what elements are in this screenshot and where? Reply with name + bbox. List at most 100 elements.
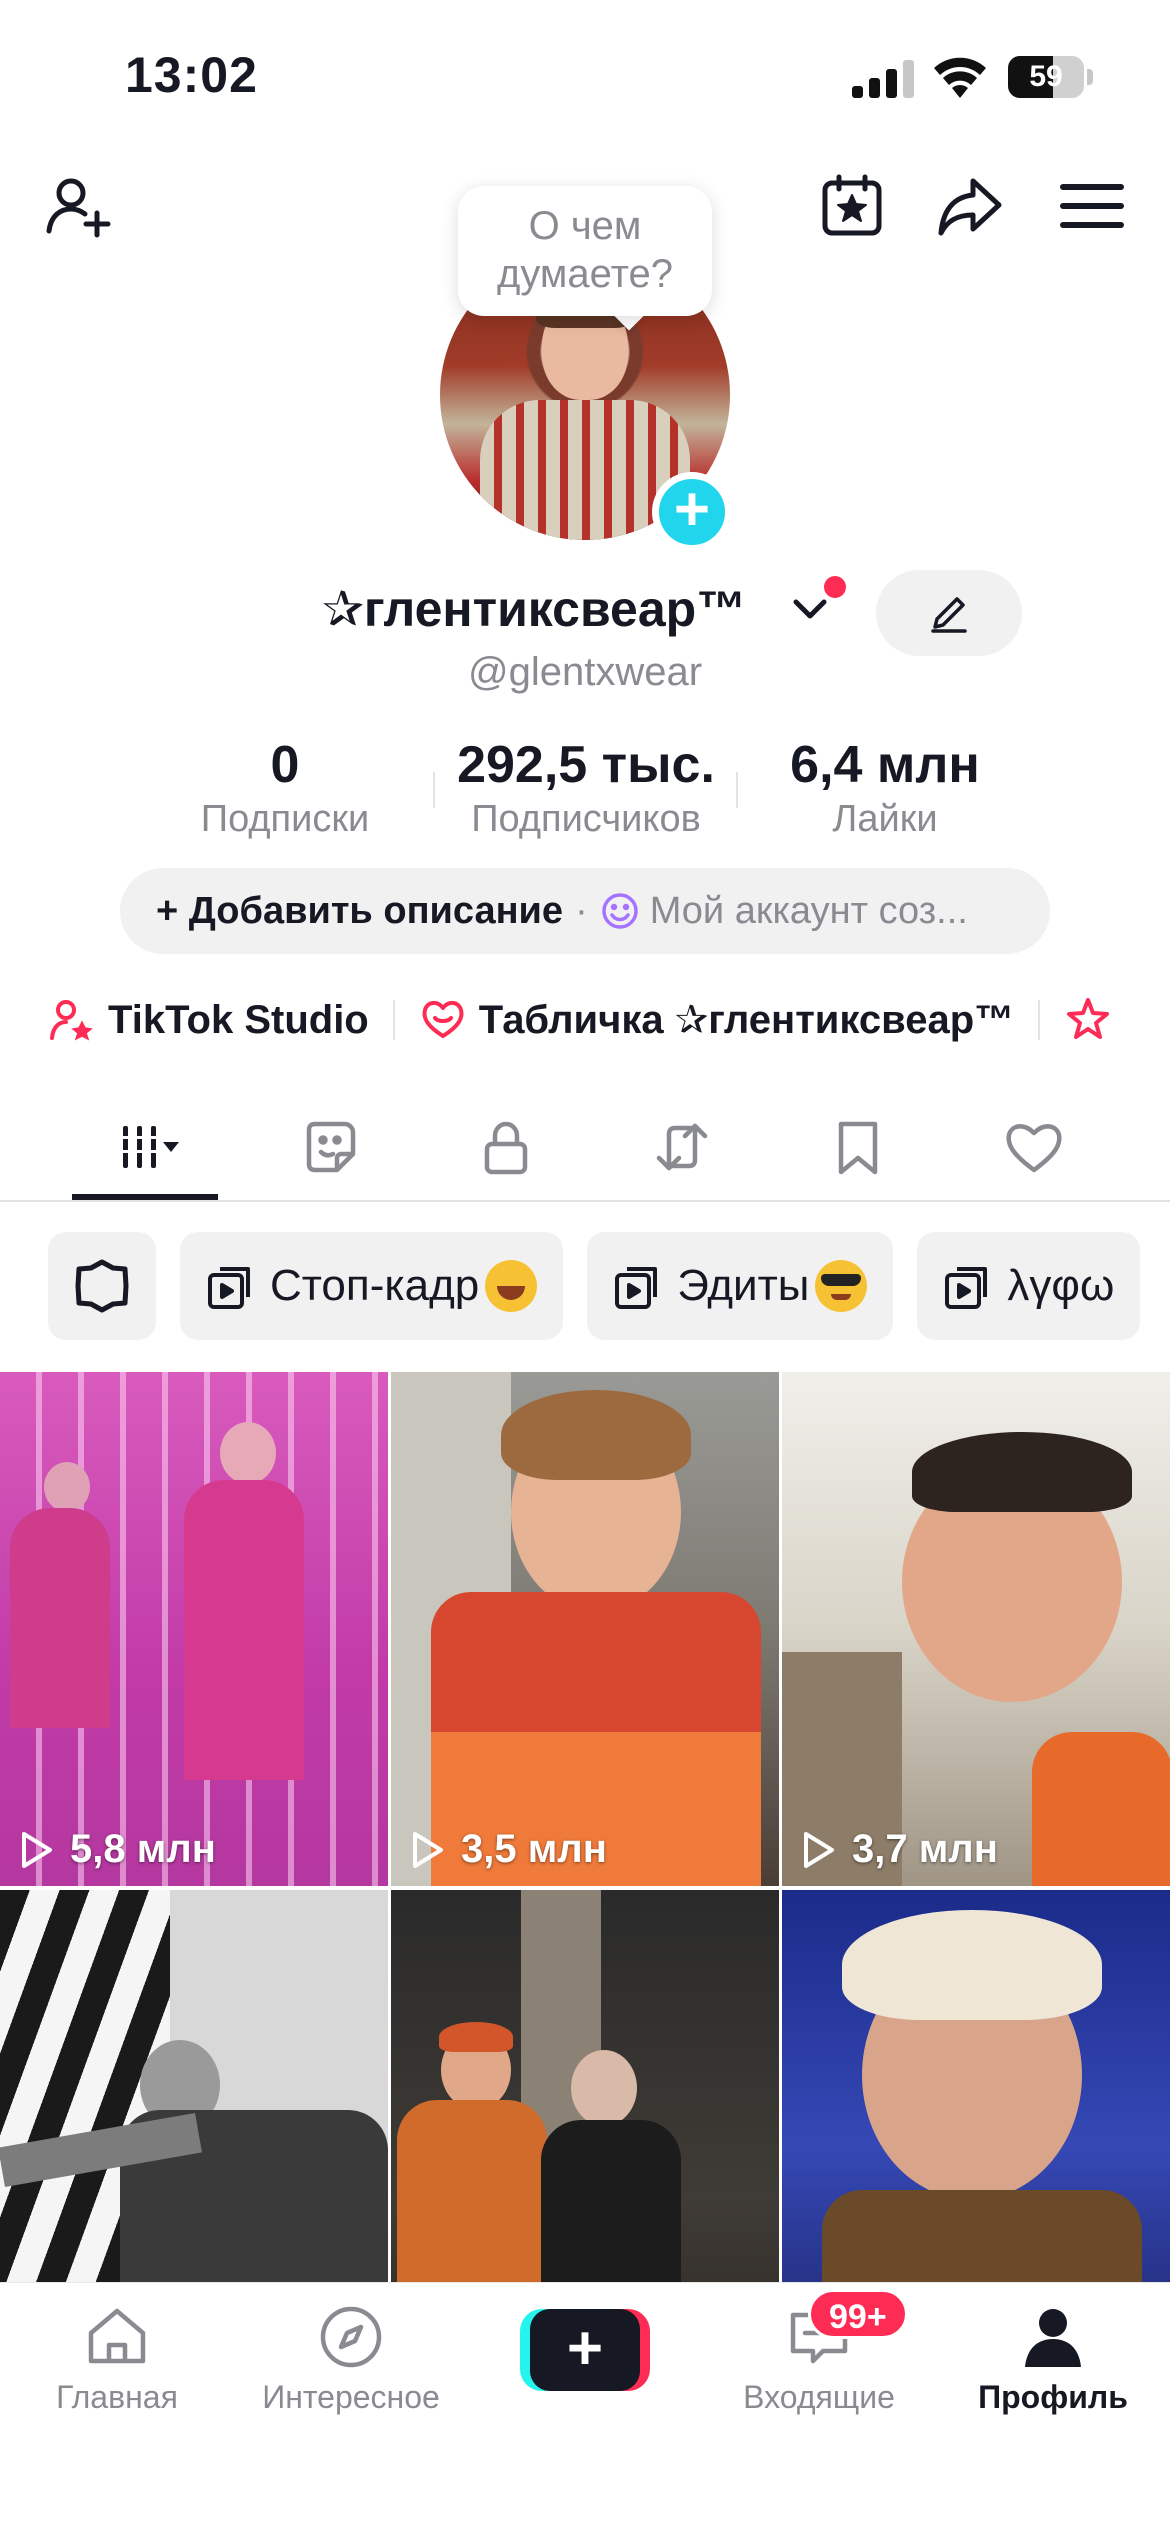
bio-separator: · <box>575 889 588 932</box>
playlist-icon <box>208 1267 250 1309</box>
video-tile[interactable]: 3,7 млн <box>782 1372 1170 1886</box>
play-outline-icon <box>22 1831 52 1868</box>
tab-videos[interactable] <box>88 1102 208 1192</box>
video-tile[interactable]: 3,5 млн <box>391 1372 779 1886</box>
link-more[interactable] <box>1064 996 1124 1044</box>
note-bubble-line2: думаете? <box>497 252 673 296</box>
chevron-down-icon[interactable] <box>790 588 830 628</box>
stat-following[interactable]: 0 Подписки <box>180 735 390 843</box>
home-icon <box>88 2308 146 2364</box>
notification-dot <box>824 576 846 598</box>
play-outline-icon <box>804 1831 834 1868</box>
bottom-nav: Главная Интересное + Входящие 99+ Профил… <box>0 2282 1170 2532</box>
tab-private[interactable] <box>446 1102 566 1192</box>
menu-button[interactable] <box>1052 166 1132 246</box>
person-star-icon <box>50 1000 93 1041</box>
stat-followers-value: 292,5 тыс. <box>457 736 715 794</box>
link-label: TikTok Studio <box>108 997 369 1042</box>
nav-profile-label: Профиль <box>978 2379 1128 2415</box>
playlist-settings-button[interactable] <box>48 1232 156 1340</box>
share-profile-button[interactable] <box>930 166 1010 246</box>
calendar-star-icon <box>822 174 882 236</box>
playlist-chip-third[interactable]: λγφω <box>917 1232 1141 1340</box>
playlist-chip-edity[interactable]: Эдиты <box>587 1232 894 1340</box>
share-arrow-icon <box>938 178 1002 236</box>
battery-icon: 59 <box>1008 56 1093 98</box>
creator-calendar-button[interactable] <box>812 166 892 246</box>
link-tiktok-studio[interactable]: TikTok Studio <box>48 996 369 1044</box>
active-tab-indicator <box>72 1194 218 1200</box>
nav-discover[interactable]: Интересное <box>234 2301 468 2416</box>
gear-icon <box>75 1259 129 1313</box>
profile-tabs <box>0 1090 1170 1202</box>
link-divider <box>1038 1000 1041 1040</box>
video-view-count: 3,5 млн <box>407 1827 607 1872</box>
video-view-count: 5,8 млн <box>16 1827 216 1872</box>
playlist-chip-label: Эдиты <box>677 1261 810 1310</box>
stat-following-value: 0 <box>270 736 300 794</box>
smile-icon <box>601 893 638 929</box>
battery-level: 59 <box>1029 60 1063 93</box>
tab-saved[interactable] <box>798 1102 918 1192</box>
tab-stickers[interactable] <box>270 1102 390 1192</box>
pencil-icon <box>931 597 967 633</box>
link-tablichka[interactable]: Табличка ✰глентиксвеар™ <box>419 996 1014 1044</box>
link-divider <box>392 1000 395 1040</box>
inbox-badge: 99+ <box>808 2289 908 2339</box>
add-story-plus-icon[interactable]: + <box>652 472 732 552</box>
heart-icon <box>1006 1124 1062 1173</box>
profile-links-row: TikTok Studio Табличка ✰глентиксвеар™ <box>48 990 1124 1050</box>
playlist-chips: Стоп-кадр Эдиты λγφω <box>48 1232 1164 1340</box>
username: @glentxwear <box>467 650 703 694</box>
bio-preview: Мой аккаунт соз... <box>649 889 968 932</box>
sticker-icon <box>306 1121 356 1173</box>
wifi-icon <box>934 57 986 98</box>
stat-likes[interactable]: 6,4 млн Лайки <box>760 735 1010 843</box>
video-view-count: 3,7 млн <box>798 1827 998 1872</box>
nav-inbox-label: Входящие <box>743 2379 895 2415</box>
tab-liked[interactable] <box>974 1102 1094 1192</box>
status-time: 13:02 <box>125 47 258 103</box>
rolling-laugh-emoji-icon <box>485 1260 538 1312</box>
note-bubble[interactable]: О чем думаете? <box>458 186 712 316</box>
person-plus-icon <box>46 178 111 238</box>
star-icon <box>1067 998 1110 1039</box>
nav-discover-label: Интересное <box>262 2379 440 2415</box>
compass-icon <box>320 2306 382 2368</box>
stat-divider <box>433 772 435 808</box>
link-label: Табличка ✰глентиксвеар™ <box>478 998 1015 1042</box>
stat-followers[interactable]: 292,5 тыс. Подписчиков <box>436 735 736 843</box>
nav-home-label: Главная <box>56 2379 178 2415</box>
sunglasses-emoji-icon <box>815 1260 868 1312</box>
stat-followers-label: Подписчиков <box>471 798 701 840</box>
nav-home[interactable]: Главная <box>0 2301 234 2416</box>
heart-chat-icon <box>422 1001 464 1038</box>
repost-icon <box>656 1123 708 1171</box>
create-plus-icon: + <box>530 2309 640 2391</box>
lock-icon <box>484 1121 528 1175</box>
stat-likes-value: 6,4 млн <box>790 736 980 794</box>
playlist-chip-stop-kadr[interactable]: Стоп-кадр <box>180 1232 564 1340</box>
playlist-icon <box>615 1267 658 1309</box>
stat-divider <box>736 772 738 808</box>
nav-profile[interactable]: Профиль <box>936 2301 1170 2416</box>
bio-pill[interactable]: + Добавить описание · Мой аккаунт соз... <box>120 868 1050 954</box>
video-grid-icon <box>121 1126 179 1168</box>
add-friend-button[interactable] <box>38 166 118 246</box>
note-bubble-line1: О чем <box>528 204 642 248</box>
create-button[interactable]: + <box>520 2309 650 2391</box>
display-name[interactable]: ✰глентиксвеар™ <box>322 580 746 638</box>
hamburger-menu-icon <box>1060 184 1124 228</box>
playlist-icon <box>945 1267 988 1309</box>
video-tile[interactable]: 5,8 млн <box>0 1372 388 1886</box>
cellular-signal-icon <box>852 60 914 98</box>
edit-profile-button[interactable] <box>876 570 1022 656</box>
profile-person-icon <box>1025 2309 1081 2367</box>
status-bar: 13:02 59 <box>0 0 1170 150</box>
playlist-chip-label: Стоп-кадр <box>270 1261 480 1310</box>
stat-likes-label: Лайки <box>832 798 938 840</box>
add-bio-label[interactable]: + Добавить описание <box>156 890 563 933</box>
bookmark-icon <box>838 1121 878 1175</box>
tab-reposts[interactable] <box>622 1102 742 1192</box>
stat-following-label: Подписки <box>200 798 370 840</box>
